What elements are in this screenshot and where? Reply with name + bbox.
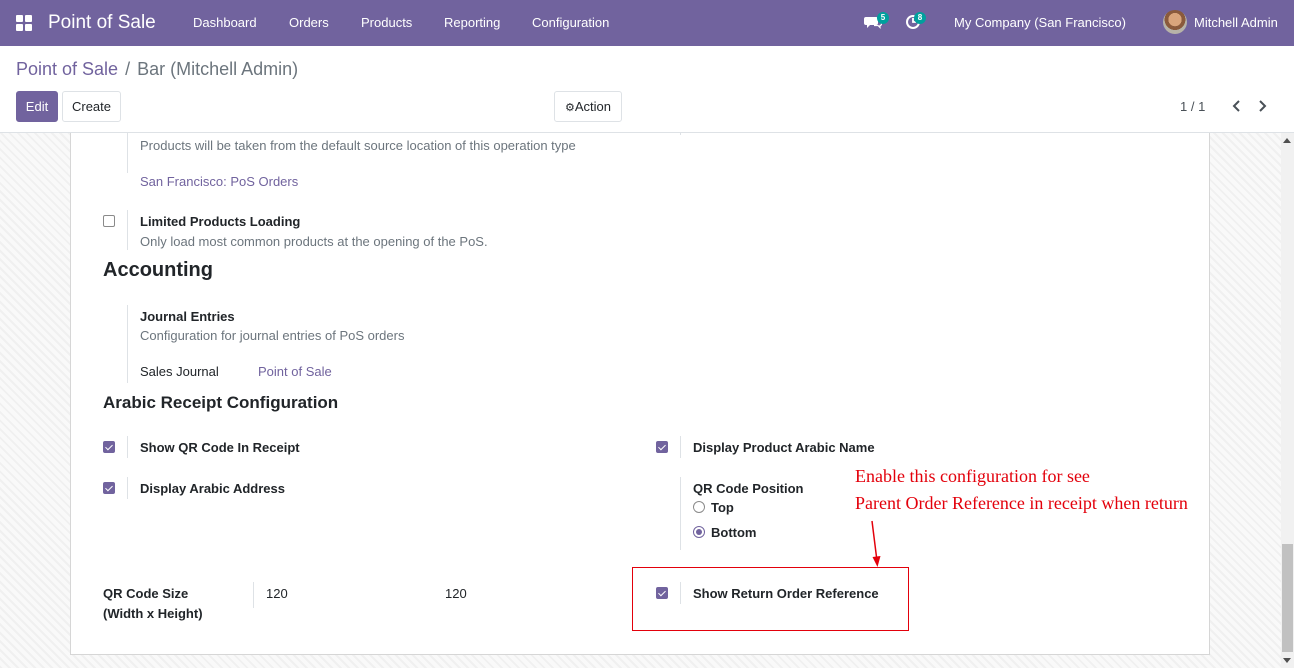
breadcrumb-parent[interactable]: Point of Sale — [16, 59, 118, 79]
qr-position-top-label: Top — [711, 500, 734, 515]
qr-height-input[interactable]: 120 — [445, 586, 467, 601]
show-qr-label: Show QR Code In Receipt — [140, 440, 300, 455]
breadcrumb-current: Bar (Mitchell Admin) — [137, 59, 299, 79]
annotation-line-1: Enable this configuration for see — [855, 466, 1090, 486]
edit-button[interactable]: Edit — [16, 91, 58, 122]
limited-loading-help: Only load most common products at the op… — [140, 234, 488, 249]
scroll-down-icon[interactable] — [1283, 658, 1291, 663]
show-qr-checkbox[interactable] — [103, 441, 115, 453]
limited-loading-label: Limited Products Loading — [140, 214, 301, 229]
sales-journal-label: Sales Journal — [140, 364, 219, 379]
control-panel: Point of Sale / Bar (Mitchell Admin) Edi… — [0, 46, 1294, 133]
qr-position-bottom-radio[interactable] — [693, 526, 705, 538]
app-brand[interactable]: Point of Sale — [48, 12, 156, 34]
gear-icon: ⚙ — [564, 102, 575, 114]
display-product-arabic-label: Display Product Arabic Name — [693, 440, 875, 455]
qr-position-label: QR Code Position — [693, 481, 804, 496]
sales-journal-value[interactable]: Point of Sale — [258, 364, 332, 379]
setting-divider — [127, 305, 128, 383]
setting-divider — [253, 582, 254, 608]
limited-loading-checkbox[interactable] — [103, 215, 115, 227]
arabic-receipt-heading: Arabic Receipt Configuration — [103, 393, 339, 412]
setting-divider — [127, 133, 128, 173]
pager-next-icon[interactable] — [1254, 96, 1272, 116]
annotation-line-2: Parent Order Reference in receipt when r… — [855, 493, 1188, 513]
operation-type-value[interactable]: San Francisco: PoS Orders — [140, 174, 298, 189]
journal-entries-label: Journal Entries — [140, 309, 235, 324]
breadcrumb-separator: / — [125, 59, 131, 79]
operation-type-help: Products will be taken from the default … — [140, 138, 576, 153]
breadcrumb: Point of Sale / Bar (Mitchell Admin) — [16, 59, 298, 80]
setting-divider — [127, 477, 128, 499]
action-label: Action — [574, 99, 611, 114]
menu-dashboard[interactable]: Dashboard — [193, 15, 257, 30]
create-button[interactable]: Create — [62, 91, 121, 122]
top-navbar: Point of Sale Dashboard Orders Products … — [0, 0, 1294, 46]
qr-position-top-radio[interactable] — [693, 501, 705, 513]
setting-divider — [680, 436, 681, 458]
pager-previous-icon[interactable] — [1227, 96, 1245, 116]
messages-badge: 5 — [877, 12, 889, 24]
setting-divider — [127, 210, 128, 250]
menu-orders[interactable]: Orders — [289, 15, 329, 30]
menu-products[interactable]: Products — [361, 15, 412, 30]
display-product-arabic-checkbox[interactable] — [656, 441, 668, 453]
accounting-heading: Accounting — [103, 259, 213, 281]
scroll-up-icon[interactable] — [1283, 138, 1291, 143]
setting-divider — [680, 477, 681, 550]
annotation-arrow-icon — [871, 520, 881, 567]
setting-divider — [127, 436, 128, 458]
annotation-highlight-box — [632, 567, 909, 631]
qr-size-label-dimensions: (Width x Height) — [103, 606, 203, 621]
user-menu[interactable]: Mitchell Admin — [1194, 15, 1278, 30]
menu-configuration[interactable]: Configuration — [532, 15, 609, 30]
user-avatar[interactable] — [1163, 10, 1187, 34]
journal-entries-help: Configuration for journal entries of PoS… — [140, 328, 405, 343]
display-arabic-address-checkbox[interactable] — [103, 482, 115, 494]
pager-value[interactable]: 1 / 1 — [1180, 99, 1205, 114]
action-button[interactable]: ⚙Action — [554, 91, 622, 122]
qr-position-bottom-label: Bottom — [711, 525, 757, 540]
scrollbar-thumb[interactable] — [1282, 544, 1293, 652]
qr-width-input[interactable]: 120 — [266, 586, 288, 601]
menu-reporting[interactable]: Reporting — [444, 15, 500, 30]
activities-badge: 8 — [914, 12, 926, 24]
company-switcher[interactable]: My Company (San Francisco) — [954, 15, 1126, 30]
display-arabic-address-label: Display Arabic Address — [140, 481, 285, 496]
setting-divider — [680, 133, 681, 135]
apps-menu-icon[interactable] — [16, 15, 32, 31]
qr-size-label: QR Code Size — [103, 586, 189, 601]
